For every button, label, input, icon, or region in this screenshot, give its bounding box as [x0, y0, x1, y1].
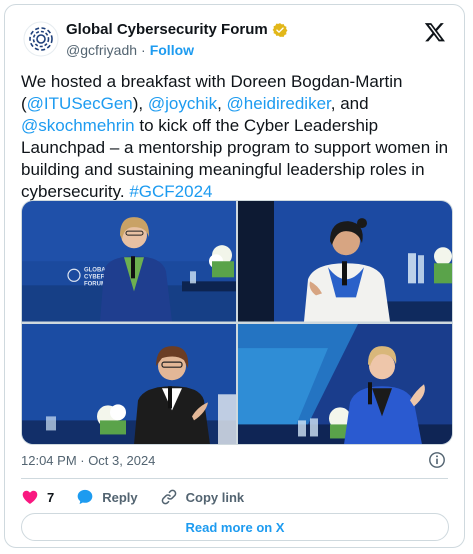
photo-speaker-3[interactable] — [22, 323, 236, 444]
gcf-logo-icon — [23, 21, 59, 57]
tweet-actions: 7 Reply Copy link — [21, 485, 266, 509]
mention-link[interactable]: @ITUSecGen — [27, 94, 133, 113]
link-icon — [161, 489, 176, 505]
photo-speaker-2[interactable] — [238, 201, 452, 322]
verified-badge-icon — [272, 22, 288, 37]
tweet-text-segment: , and — [330, 94, 369, 113]
mention-link[interactable]: @heidirediker — [227, 94, 331, 113]
author-name-row: Global Cybersecurity Forum — [66, 21, 288, 38]
media-grid: GLOBAL CYBER FORUM — [21, 200, 453, 445]
like-count: 7 — [47, 489, 55, 505]
tweet-header: Global Cybersecurity Forum @gcfriyadh · … — [5, 5, 464, 65]
divider — [21, 478, 448, 479]
copy-link-label: Copy link — [185, 489, 245, 505]
photo-speaker-4[interactable] — [238, 323, 452, 444]
info-icon[interactable] — [428, 451, 446, 469]
heart-icon — [22, 490, 38, 504]
tweet-text: We hosted a breakfast with Doreen Bogdan… — [21, 71, 451, 203]
author-display-name[interactable]: Global Cybersecurity Forum — [66, 21, 268, 38]
follow-button[interactable]: Follow — [150, 42, 194, 58]
separator-dot: · — [141, 42, 146, 58]
x-logo-icon[interactable] — [424, 21, 446, 43]
author-avatar[interactable] — [23, 21, 59, 57]
backdrop-text-line: CYBER — [84, 274, 106, 280]
reply-button[interactable]: Reply — [76, 488, 138, 506]
reply-label: Reply — [102, 489, 138, 505]
hashtag-link[interactable]: #GCF2024 — [129, 182, 212, 201]
reply-bubble-icon — [77, 489, 93, 505]
author-handle[interactable]: @gcfriyadh — [66, 42, 137, 58]
tweet-text-segment: , — [217, 94, 227, 113]
read-more-button[interactable]: Read more on X — [21, 513, 449, 541]
tweet-text-segment: ), — [132, 94, 148, 113]
photo-speaker-1[interactable]: GLOBAL CYBER FORUM — [22, 201, 236, 322]
tweet-embed-card: Global Cybersecurity Forum @gcfriyadh · … — [4, 4, 465, 548]
like-button[interactable]: 7 — [21, 488, 54, 506]
author-handle-row: @gcfriyadh · Follow — [66, 42, 194, 58]
mention-link[interactable]: @joychik — [148, 94, 217, 113]
mention-link[interactable]: @skochmehrin — [21, 116, 135, 135]
tweet-timestamp[interactable]: 12:04 PM · Oct 3, 2024 — [21, 453, 155, 468]
copy-link-button[interactable]: Copy link — [160, 488, 245, 506]
